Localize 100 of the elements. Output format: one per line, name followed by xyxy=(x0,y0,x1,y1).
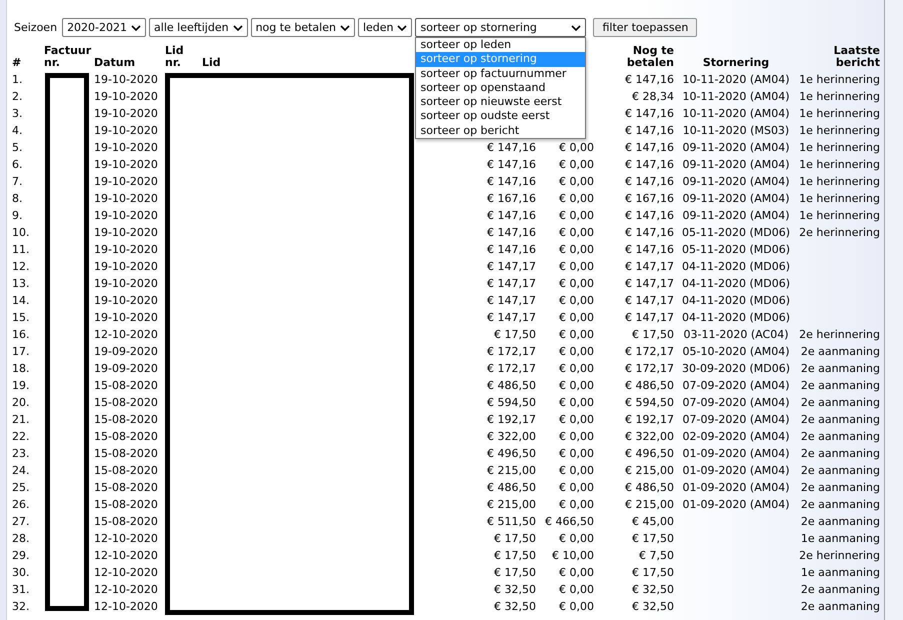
sort-option[interactable]: sorteer op factuurnummer xyxy=(416,66,586,81)
caret-icon xyxy=(340,24,350,30)
storno-cell: 09-11-2020 (AM04) xyxy=(682,209,790,222)
amount-cell: € 147,16 xyxy=(487,226,536,239)
storno-cell: 05-11-2020 (MD06) xyxy=(682,243,790,256)
paid-cell: € 0,00 xyxy=(559,141,594,154)
amount-cell: € 594,50 xyxy=(487,396,536,409)
date-cell: 12-10-2020 xyxy=(94,600,158,613)
amount-cell: € 147,16 xyxy=(487,243,536,256)
due-cell: € 17,50 xyxy=(632,566,674,579)
paid-cell: € 0,00 xyxy=(559,294,594,307)
message-cell: 2e herinnering xyxy=(799,226,880,239)
due-cell: € 486,50 xyxy=(625,379,674,392)
message-cell: 2e herinnering xyxy=(799,549,880,562)
season-label: Seizoen xyxy=(14,21,58,34)
column-header: Lid xyxy=(202,57,221,69)
column-header: Datum xyxy=(94,57,136,69)
row-number: 1. xyxy=(12,73,22,86)
message-cell: 2e aanmaning xyxy=(800,481,880,494)
due-cell: € 32,50 xyxy=(632,583,674,596)
due-cell: € 32,50 xyxy=(632,600,674,613)
date-cell: 19-10-2020 xyxy=(94,294,158,307)
storno-cell: 09-11-2020 (AM04) xyxy=(682,175,790,188)
paid-cell: € 0,00 xyxy=(559,600,594,613)
row-number: 5. xyxy=(12,141,22,154)
row-number: 11. xyxy=(12,243,30,256)
message-cell: 1e herinnering xyxy=(799,209,880,222)
filter-dropdown[interactable]: 2020-2021 xyxy=(62,18,146,37)
row-number: 10. xyxy=(12,226,30,239)
date-cell: 19-09-2020 xyxy=(94,345,158,358)
column-header: Stornering xyxy=(702,57,770,69)
paid-cell: € 0,00 xyxy=(559,481,594,494)
message-cell: 1e herinnering xyxy=(799,73,880,86)
due-cell: € 147,17 xyxy=(625,277,674,290)
paid-cell: € 10,00 xyxy=(552,549,594,562)
row-number: 20. xyxy=(12,396,30,409)
amount-cell: € 147,16 xyxy=(487,209,536,222)
storno-cell: 10-11-2020 (MS03) xyxy=(682,124,790,137)
date-cell: 12-10-2020 xyxy=(94,328,158,341)
message-cell: 2e aanmaning xyxy=(800,464,880,477)
paid-cell: € 0,00 xyxy=(559,413,594,426)
filter-dropdown[interactable]: leden xyxy=(358,18,412,37)
sort-option[interactable]: sorteer op nieuwste eerst xyxy=(416,95,586,110)
due-cell: € 167,16 xyxy=(625,192,674,205)
row-number: 16. xyxy=(12,328,30,341)
message-cell: 2e aanmaning xyxy=(800,345,880,358)
column-header: # xyxy=(12,57,22,69)
amount-cell: € 167,16 xyxy=(487,192,536,205)
due-cell: € 172,17 xyxy=(625,362,674,375)
message-cell: 1e herinnering xyxy=(799,90,880,103)
row-number: 8. xyxy=(12,192,22,205)
amount-cell: € 147,17 xyxy=(487,260,536,273)
date-cell: 19-10-2020 xyxy=(94,209,158,222)
date-cell: 19-10-2020 xyxy=(94,107,158,120)
row-number: 9. xyxy=(12,209,22,222)
due-cell: € 147,16 xyxy=(625,158,674,171)
date-cell: 15-08-2020 xyxy=(94,430,158,443)
storno-cell: 30-09-2020 (MD06) xyxy=(682,362,790,375)
message-cell: 2e aanmaning xyxy=(800,430,880,443)
date-cell: 19-10-2020 xyxy=(94,226,158,239)
date-cell: 15-08-2020 xyxy=(94,481,158,494)
due-cell: € 486,50 xyxy=(625,481,674,494)
apply-filter-button[interactable]: filter toepassen xyxy=(593,18,698,37)
message-cell: 1e herinnering xyxy=(799,158,880,171)
storno-cell: 09-11-2020 (AM04) xyxy=(682,158,790,171)
row-number: 19. xyxy=(12,379,30,392)
filter-dropdown[interactable]: nog te betalen xyxy=(250,18,355,37)
storno-cell: 01-09-2020 (AM04) xyxy=(682,447,790,460)
row-number: 12. xyxy=(12,260,30,273)
filter-dropdown[interactable]: alle leeftijden xyxy=(149,18,248,37)
amount-cell: € 486,50 xyxy=(487,379,536,392)
amount-cell: € 147,16 xyxy=(487,141,536,154)
storno-cell: 07-09-2020 (AM04) xyxy=(682,379,790,392)
date-cell: 19-10-2020 xyxy=(94,192,158,205)
row-number: 15. xyxy=(12,311,30,324)
sort-dropdown[interactable]: sorteer op stornering xyxy=(415,18,586,37)
paid-cell: € 0,00 xyxy=(559,277,594,290)
date-cell: 19-10-2020 xyxy=(94,141,158,154)
column-header: Laatste bericht xyxy=(832,45,880,69)
date-cell: 19-09-2020 xyxy=(94,362,158,375)
amount-cell: € 147,17 xyxy=(487,311,536,324)
sort-option[interactable]: sorteer op openstaand xyxy=(416,80,586,96)
storno-cell: 02-09-2020 (AM04) xyxy=(682,430,790,443)
column-header: Nog te betalen xyxy=(626,45,674,69)
row-number: 28. xyxy=(12,532,30,545)
storno-cell: 05-11-2020 (MD06) xyxy=(682,226,790,239)
row-number: 14. xyxy=(12,294,30,307)
sort-option[interactable]: sorteer op bericht xyxy=(416,124,586,138)
storno-cell: 01-09-2020 (AM04) xyxy=(682,464,790,477)
row-number: 23. xyxy=(12,447,30,460)
sort-option[interactable]: sorteer op oudste eerst xyxy=(416,109,586,124)
paid-cell: € 0,00 xyxy=(559,430,594,443)
storno-cell: 04-11-2020 (MD06) xyxy=(682,260,790,273)
sort-option[interactable]: sorteer op leden xyxy=(416,38,586,52)
column-header: Factuur nr. xyxy=(44,45,92,69)
amount-cell: € 17,50 xyxy=(494,532,536,545)
paid-cell: € 0,00 xyxy=(559,532,594,545)
date-cell: 12-10-2020 xyxy=(94,583,158,596)
amount-cell: € 322,00 xyxy=(487,430,536,443)
date-cell: 12-10-2020 xyxy=(94,532,158,545)
